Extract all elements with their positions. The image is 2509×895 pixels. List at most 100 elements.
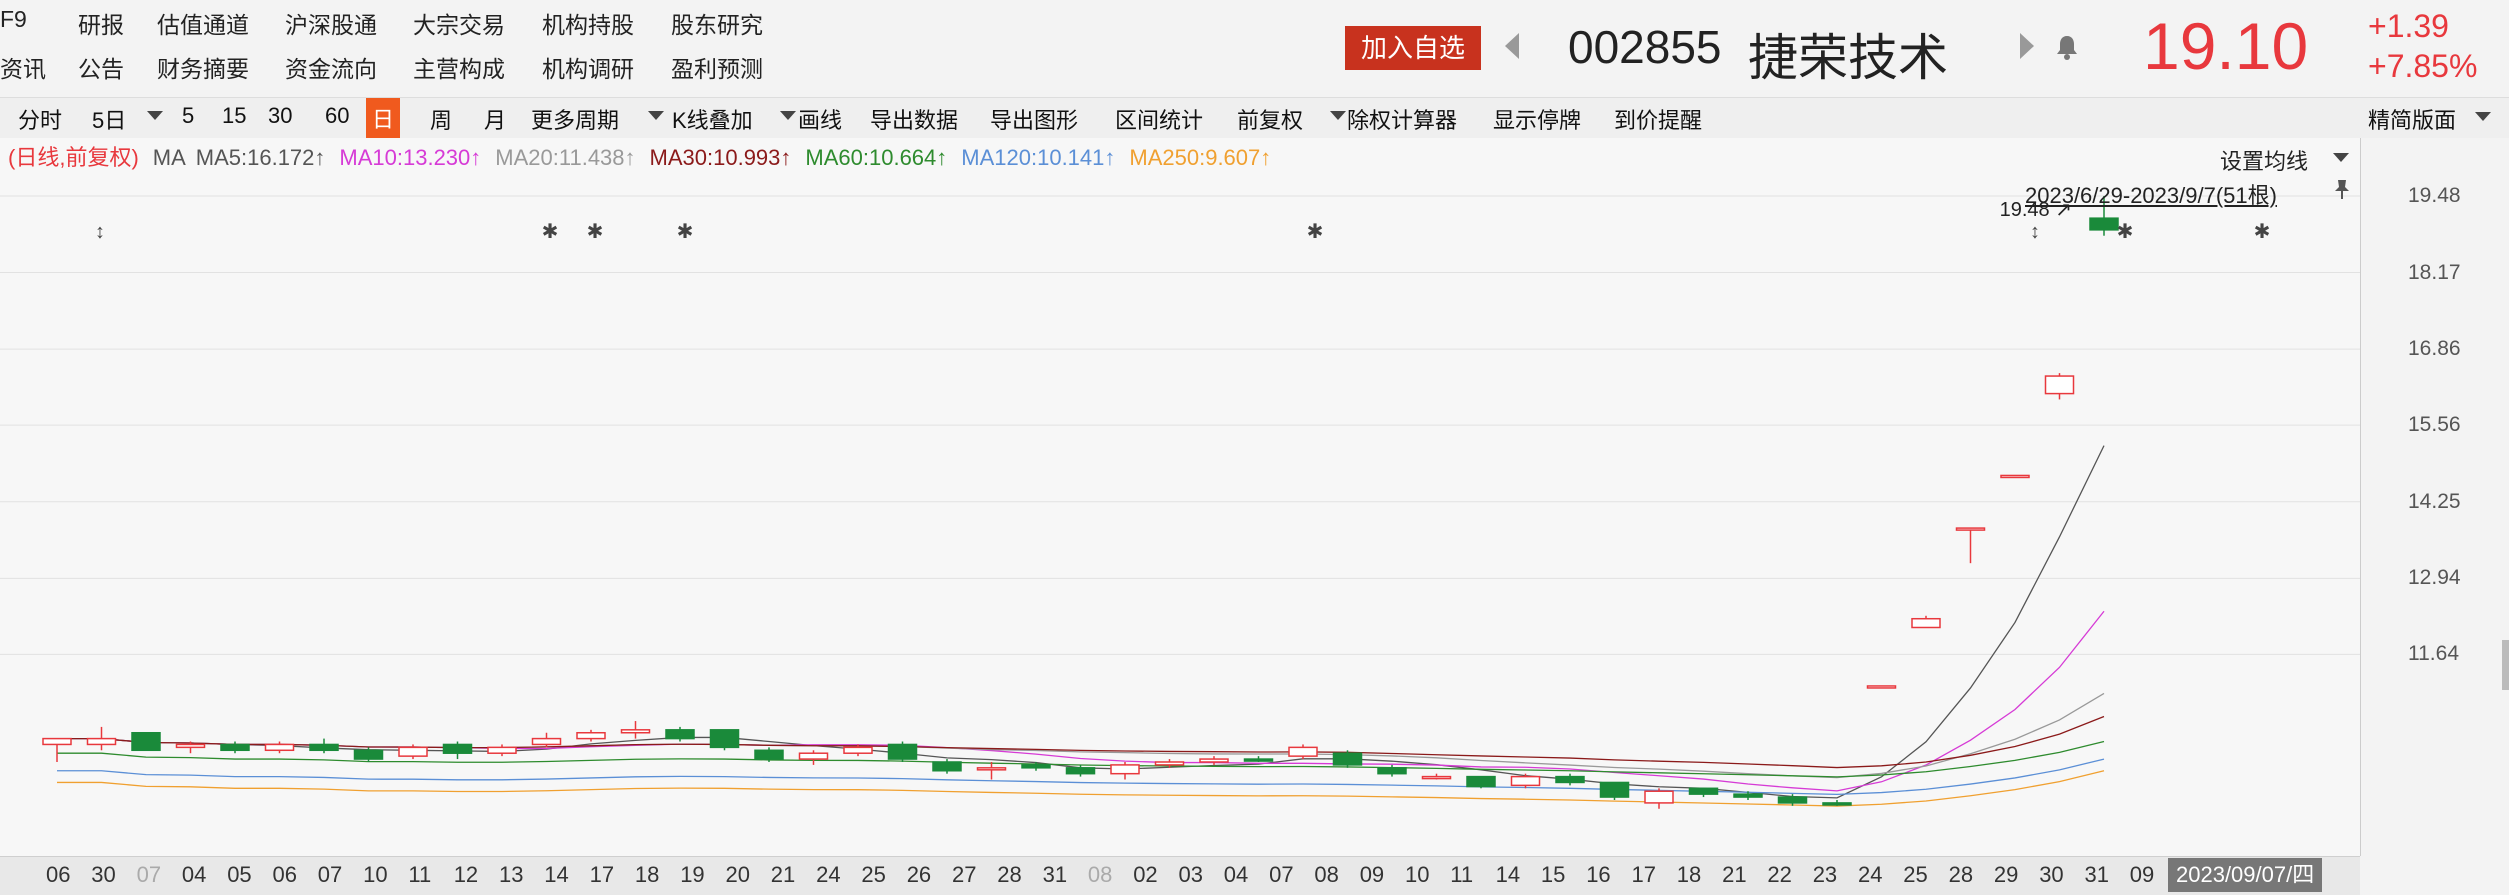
price-axis-scrollbar[interactable]	[2502, 640, 2509, 690]
toolbar-item-16[interactable]: 除权计算器	[1347, 103, 1457, 135]
toolbar-item-0[interactable]: 分时	[18, 103, 62, 135]
candle[interactable]	[1866, 685, 1897, 689]
candle[interactable]	[2089, 217, 2119, 231]
toolbar-item-11[interactable]: 画线	[798, 103, 842, 135]
toolbar-item-5[interactable]: 60	[325, 103, 349, 129]
candle[interactable]	[175, 743, 206, 749]
toolbar-item-17[interactable]: 显示停牌	[1493, 103, 1581, 135]
candle[interactable]	[754, 749, 784, 760]
toolbar-item-18[interactable]: 到价提醒	[1614, 103, 1702, 135]
candle[interactable]	[531, 737, 562, 746]
candle[interactable]	[1154, 761, 1185, 766]
toolbar-item-15[interactable]: 前复权	[1237, 103, 1303, 135]
kline-chart-area[interactable]: ↕ ✱ ✱ ✱ ✱ ↕ ✱ ✱ 19.48 ↗	[0, 138, 2360, 856]
candle[interactable]	[1777, 796, 1808, 804]
candle[interactable]	[620, 729, 651, 734]
nav-item-row2-6[interactable]: 盈利预测	[671, 50, 763, 84]
candle[interactable]	[442, 743, 473, 754]
nav-item-row2-0[interactable]: 资讯	[0, 50, 46, 84]
candle[interactable]	[264, 743, 295, 752]
candle[interactable]	[1421, 775, 1452, 780]
candle[interactable]	[798, 752, 829, 760]
prev-stock-icon[interactable]	[1505, 33, 1519, 59]
candle[interactable]	[1822, 802, 1852, 806]
candle[interactable]	[2044, 375, 2075, 395]
nav-item-row2-4[interactable]: 主营构成	[413, 50, 505, 84]
nav-item-row2-5[interactable]: 机构调研	[542, 50, 634, 84]
ma-legend-item-1[interactable]: MA10:13.230↑	[339, 145, 481, 170]
nav-item-row2-3[interactable]: 资金流向	[285, 50, 377, 84]
candle[interactable]	[42, 737, 72, 746]
candle[interactable]	[1688, 787, 1719, 795]
nav-item-row1-5[interactable]: 机构持股	[542, 6, 634, 40]
candle[interactable]	[1065, 767, 1096, 775]
candle[interactable]	[2000, 474, 2030, 479]
candle[interactable]	[1110, 764, 1140, 775]
candle[interactable]	[843, 746, 873, 754]
toolbar-item-1[interactable]: 5日	[92, 103, 126, 135]
toolbar-item-6[interactable]: 日	[366, 98, 401, 138]
event-marker-icon[interactable]: ↕	[2030, 221, 2040, 243]
nav-item-row1-6[interactable]: 股东研究	[671, 6, 763, 40]
event-marker-icon[interactable]: ✱	[587, 221, 604, 243]
event-marker-icon[interactable]: ✱	[2117, 221, 2134, 243]
event-marker-icon[interactable]: ✱	[542, 221, 559, 243]
ma-settings-button[interactable]: 设置均线	[2220, 144, 2308, 176]
add-watchlist-button[interactable]: 加入自选	[1345, 26, 1481, 70]
nav-item-row1-2[interactable]: 估值通道	[157, 6, 249, 40]
nav-item-row2-1[interactable]: 公告	[78, 50, 124, 84]
ma-legend-item-5[interactable]: MA120:10.141↑	[961, 145, 1115, 170]
bell-icon[interactable]	[2056, 34, 2078, 60]
ma-legend-item-6[interactable]: MA250:9.607↑	[1129, 145, 1271, 170]
toolbar-item-4[interactable]: 30	[268, 103, 292, 129]
candle[interactable]	[1733, 793, 1763, 798]
pin-icon[interactable]	[2332, 178, 2352, 200]
candle[interactable]	[1644, 790, 1674, 804]
toolbar-item-13[interactable]: 导出图形	[990, 103, 1078, 135]
candle[interactable]	[1021, 764, 1051, 769]
dropdown-chevron-icon[interactable]	[780, 111, 796, 120]
toolbar-item-14[interactable]: 区间统计	[1115, 103, 1203, 135]
candle[interactable]	[220, 743, 250, 752]
candle[interactable]	[1332, 752, 1363, 766]
candle[interactable]	[398, 746, 428, 757]
candle[interactable]	[131, 731, 161, 752]
event-marker-icon[interactable]: ✱	[2254, 221, 2271, 243]
ma-legend-item-2[interactable]: MA20:11.438↑	[495, 145, 635, 170]
chevron-down-icon[interactable]	[2333, 153, 2349, 162]
kline-chart[interactable]: ↕ ✱ ✱ ✱ ✱ ↕ ✱ ✱19.48 ↗	[0, 138, 2360, 856]
candle[interactable]	[1911, 617, 1941, 629]
candle[interactable]	[1199, 758, 1229, 763]
candle[interactable]	[487, 746, 517, 754]
candle[interactable]	[976, 767, 1007, 771]
toolbar-item-12[interactable]: 导出数据	[870, 103, 958, 135]
candle[interactable]	[86, 737, 117, 746]
candle[interactable]	[1377, 767, 1407, 775]
candle[interactable]	[1243, 758, 1274, 762]
candle[interactable]	[353, 749, 384, 760]
candle[interactable]	[1599, 781, 1630, 798]
candle[interactable]	[576, 731, 606, 740]
candle[interactable]	[887, 743, 918, 760]
ma-legend-item-4[interactable]: MA60:10.664↑	[805, 145, 947, 170]
candle[interactable]	[932, 761, 962, 772]
dropdown-chevron-icon[interactable]	[1330, 111, 1346, 120]
nav-item-row1-3[interactable]: 沪深股通	[285, 6, 377, 40]
nav-item-row2-2[interactable]: 财务摘要	[157, 50, 249, 84]
simple-layout-button[interactable]: 精简版面	[2368, 103, 2456, 135]
nav-item-row1-1[interactable]: 研报	[78, 6, 124, 40]
ma-legend-item-0[interactable]: MA5:16.172↑	[196, 145, 326, 170]
toolbar-item-10[interactable]: K线叠加	[672, 103, 753, 135]
next-stock-icon[interactable]	[2020, 33, 2034, 59]
candle[interactable]	[1288, 746, 1318, 757]
nav-item-row1-4[interactable]: 大宗交易	[413, 6, 505, 40]
candle[interactable]	[1555, 775, 1585, 784]
toolbar-item-3[interactable]: 15	[222, 103, 246, 129]
chevron-down-icon[interactable]	[2475, 112, 2491, 121]
toolbar-item-8[interactable]: 月	[484, 103, 506, 135]
event-marker-icon[interactable]: ✱	[677, 221, 694, 243]
event-marker-icon[interactable]: ↕	[95, 221, 105, 243]
dropdown-chevron-icon[interactable]	[648, 111, 664, 120]
candle[interactable]	[709, 729, 740, 749]
nav-item-row1-0[interactable]: F9	[0, 6, 27, 33]
